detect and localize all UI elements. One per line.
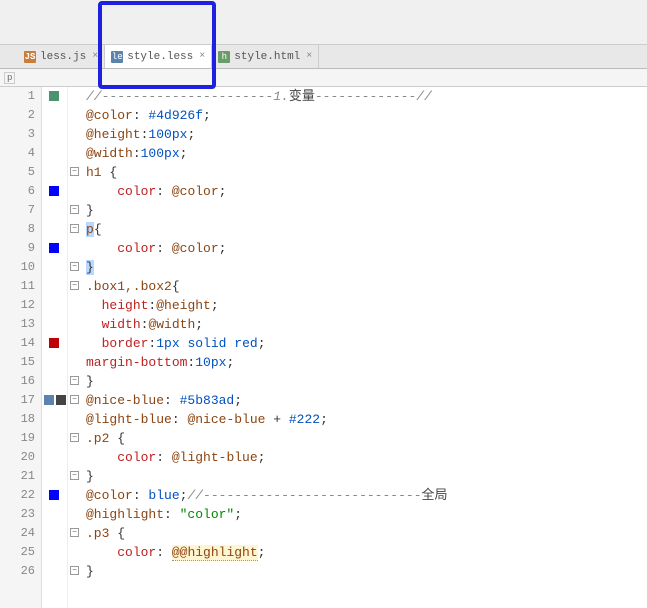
line-number: 24 [0,524,35,543]
less-icon: le [111,51,123,63]
tab-style-less[interactable]: le style.less × [105,45,212,68]
line-number: 7 [0,201,35,220]
fold-toggle-icon[interactable]: − [70,262,79,271]
code-line[interactable]: //----------------------1.变量------------… [86,87,647,106]
code-line[interactable]: p{ [86,220,647,239]
code-line[interactable]: .box1,.box2{ [86,277,647,296]
color-swatch-marker [44,395,54,405]
fold-toggle-icon[interactable]: − [70,433,79,442]
fold-toggle-icon[interactable]: − [70,376,79,385]
code-line[interactable]: @color: #4d926f; [86,106,647,125]
line-number: 19 [0,429,35,448]
line-number: 4 [0,144,35,163]
code-line[interactable]: color: @@highlight; [86,543,647,562]
code-line[interactable]: @highlight: "color"; [86,505,647,524]
close-icon[interactable]: × [306,51,312,62]
line-number: 6 [0,182,35,201]
code-line[interactable]: .p3 { [86,524,647,543]
tab-less-js[interactable]: JS less.js × [18,45,105,68]
code-line[interactable]: color: @light-blue; [86,448,647,467]
color-swatch-marker [49,91,59,101]
code-line[interactable]: @light-blue: @nice-blue + #222; [86,410,647,429]
line-number: 9 [0,239,35,258]
line-number: 12 [0,296,35,315]
fold-toggle-icon[interactable]: − [70,528,79,537]
line-number: 3 [0,125,35,144]
line-number: 8 [0,220,35,239]
line-number: 5 [0,163,35,182]
code-line[interactable]: } [86,372,647,391]
marker-column [42,87,68,608]
color-swatch-marker [49,243,59,253]
line-number: 15 [0,353,35,372]
tab-label: style.html [234,51,300,63]
code-line[interactable]: } [86,562,647,581]
line-number-gutter: 1234567891011121314151617181920212223242… [0,87,42,608]
line-number: 22 [0,486,35,505]
tabs-bar: JS less.js × le style.less × h style.htm… [0,45,647,69]
code-line[interactable]: @nice-blue: #5b83ad; [86,391,647,410]
color-swatch-marker [49,490,59,500]
fold-column: − − − − − − − − − − − [68,87,82,608]
code-line[interactable]: margin-bottom:10px; [86,353,647,372]
fold-toggle-icon[interactable]: − [70,566,79,575]
color-swatch-marker [56,395,66,405]
fold-toggle-icon[interactable]: − [70,281,79,290]
line-number: 23 [0,505,35,524]
line-number: 1 [0,87,35,106]
html-icon: h [218,51,230,63]
code-line[interactable]: } [86,201,647,220]
line-number: 2 [0,106,35,125]
code-area[interactable]: //----------------------1.变量------------… [82,87,647,608]
code-line[interactable]: color: @color; [86,239,647,258]
code-line[interactable]: h1 { [86,163,647,182]
line-number: 26 [0,562,35,581]
code-line[interactable]: border:1px solid red; [86,334,647,353]
code-line[interactable]: .p2 { [86,429,647,448]
close-icon[interactable]: × [199,51,205,62]
code-line[interactable]: } [86,467,647,486]
line-number: 10 [0,258,35,277]
line-number: 11 [0,277,35,296]
line-number: 20 [0,448,35,467]
breadcrumb[interactable]: p [4,72,15,84]
fold-toggle-icon[interactable]: − [70,205,79,214]
fold-toggle-icon[interactable]: − [70,224,79,233]
code-line[interactable]: } [86,258,647,277]
tab-style-html[interactable]: h style.html × [212,45,319,68]
fold-toggle-icon[interactable]: − [70,167,79,176]
code-line[interactable]: color: @color; [86,182,647,201]
code-line[interactable]: @width:100px; [86,144,647,163]
toolbar-area [0,0,647,45]
fold-toggle-icon[interactable]: − [70,395,79,404]
code-line[interactable]: height:@height; [86,296,647,315]
line-number: 17 [0,391,35,410]
color-swatch-marker [49,186,59,196]
close-icon[interactable]: × [92,51,98,62]
js-icon: JS [24,51,36,63]
line-number: 25 [0,543,35,562]
code-line[interactable]: @color: blue;//-------------------------… [86,486,647,505]
code-editor[interactable]: 1234567891011121314151617181920212223242… [0,87,647,608]
color-swatch-marker [49,338,59,348]
line-number: 18 [0,410,35,429]
line-number: 13 [0,315,35,334]
line-number: 21 [0,467,35,486]
fold-toggle-icon[interactable]: − [70,471,79,480]
breadcrumb-bar: p [0,69,647,87]
code-line[interactable]: @height:100px; [86,125,647,144]
tab-label: less.js [40,51,86,63]
tab-label: style.less [127,51,193,63]
line-number: 16 [0,372,35,391]
code-line[interactable]: width:@width; [86,315,647,334]
line-number: 14 [0,334,35,353]
